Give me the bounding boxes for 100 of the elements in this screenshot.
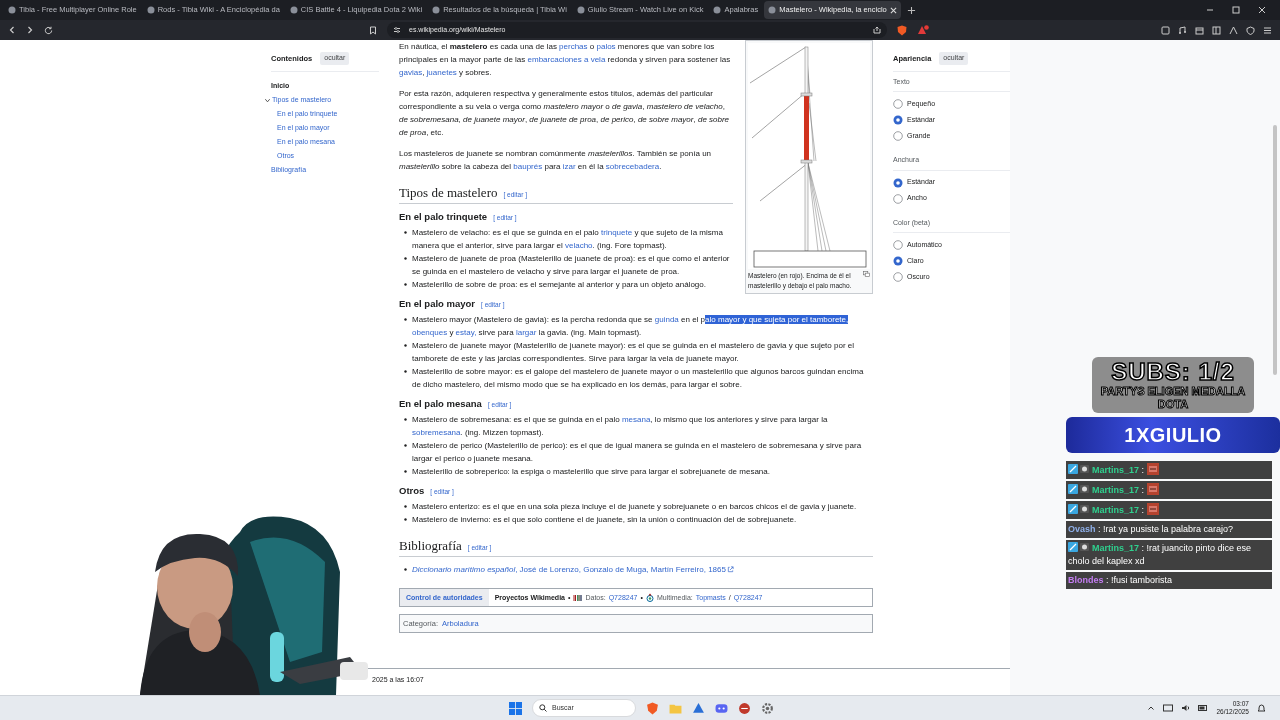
window-icon[interactable]	[1161, 25, 1170, 35]
stripes-icon	[573, 594, 583, 601]
link[interactable]: trinquete	[601, 228, 633, 237]
list-item-text: Mastelerillo de sobre de proa: es el semejante al anterior y para un objeto análogo.	[412, 279, 707, 291]
notification-icon[interactable]	[1257, 703, 1266, 713]
list-item-text: Mastelerillo de sobreperico: la espiga o mastelerillo que sirve para largar el sobrejuanete de mesana.	[412, 466, 771, 478]
menu-icon[interactable]	[1263, 25, 1272, 35]
radio-button[interactable]	[893, 177, 903, 188]
reload-icon[interactable]	[44, 25, 53, 35]
bullet-icon	[404, 418, 407, 421]
bullet-icon	[404, 344, 407, 347]
chevron-icon[interactable]	[264, 97, 271, 104]
shield-icon[interactable]	[897, 24, 907, 36]
scrollbar-thumb[interactable]	[1273, 125, 1277, 375]
subsection-heading: Otros	[399, 484, 425, 497]
radio-button[interactable]	[893, 256, 903, 266]
chat-message: Blondes : !fusi tamborista	[1066, 572, 1272, 589]
favicon-icon	[432, 6, 441, 14]
settings-icon[interactable]	[761, 701, 774, 715]
maximize-icon[interactable]	[1232, 6, 1240, 14]
media-icon	[645, 593, 654, 602]
triangle-icon[interactable]	[692, 701, 705, 715]
chat-message: Martins_17 :	[1066, 501, 1272, 519]
minimize-icon[interactable]	[1206, 6, 1214, 14]
bullet-icon	[404, 231, 407, 234]
close-icon[interactable]	[889, 6, 897, 14]
volume-icon[interactable]	[1181, 704, 1191, 712]
section-heading: Bibliografía	[399, 538, 462, 554]
list-item-text: Mastelero de invierno: es el que solo contiene el de juanete, sin la unión o continuación del de sobrejuanete.	[412, 514, 798, 526]
split-view-icon[interactable]	[1212, 25, 1221, 35]
link[interactable]: estay,	[455, 328, 477, 337]
link[interactable]: embarcaciones a vela	[527, 55, 606, 64]
forward-icon[interactable]	[26, 26, 34, 34]
music-icon[interactable]	[1178, 25, 1187, 35]
list-item-text: Mastelerillo de sobre mayor: es el galope del mastelero de juanete mayor o un mastelerillo que algunos barcos guindan encima de dicho mastelero, del mismo modo que se ha explicado en los demás, para largar el sobre.	[412, 366, 865, 391]
radio-button[interactable]	[893, 272, 903, 282]
share-icon[interactable]	[873, 26, 881, 34]
channel-name: 1XGIULIO	[1124, 423, 1222, 448]
battery-icon	[1198, 704, 1209, 712]
goal-subtitle: PARTYS ELIGEN MEDALLA DOTA	[1099, 385, 1247, 411]
link[interactable]: juanetes	[426, 68, 457, 77]
radio-button[interactable]	[893, 240, 903, 250]
list-item-text: Mastelero mayor (Mastelero de gavia): es la percha redonda que se guinda en el palo mayor y que sujeta por el tamborete, obenques y estay, sirve para largar la gavia. (ing. Main topmast).	[412, 314, 850, 339]
link[interactable]: velacho	[564, 241, 593, 250]
external-link-icon[interactable]	[726, 566, 734, 574]
link[interactable]: obenques	[412, 328, 448, 337]
chat-app-icon[interactable]	[715, 701, 728, 715]
paragraph: En náutica, el mastelero es cada una de las perchas o palos menores que van sobre los principales en la mayor parte de las embarcaciones a vela redonda y sirven para sostener las gavias, juanetes y sobres.	[399, 41, 732, 79]
bookmark-icon[interactable]	[369, 25, 377, 35]
chat-message: Martins_17 : !rat juancito pinto dice ese cholo del kaplex xd	[1066, 540, 1272, 570]
app-icon[interactable]	[738, 701, 751, 715]
goal-title: SUBS: 1/2	[1111, 359, 1235, 385]
list-item-text: Mastelero enterizo: es el que en una sola pieza incluye el de juanete y sobrejuanete o en barcos chicos el de gavia y juanete.	[412, 501, 858, 513]
sidebar-icon[interactable]	[1195, 25, 1204, 35]
shield-icon[interactable]	[1246, 25, 1255, 35]
bullet-icon	[404, 568, 407, 571]
radio-button[interactable]	[893, 115, 903, 125]
bullet-icon	[404, 444, 407, 447]
bullet-icon	[404, 505, 407, 508]
chat-message: Martins_17 :	[1066, 461, 1272, 479]
new-tab-icon[interactable]	[906, 5, 916, 15]
list-item-text: Mastelero de juanete de proa (Mastelerillo de juanete de proa): es el que como el anterior se guinda en el mastelero de velacho y sirve para largar el juanete de proa.	[412, 253, 731, 278]
link[interactable]: izar	[562, 162, 576, 171]
section-heading: Tipos de mastelero	[399, 185, 498, 201]
radio-button[interactable]	[893, 193, 903, 204]
paragraph: Por esta razón, adquieren respectiva y generalmente estos títulos, además del particular correspondiente a su vela o verga como mastelero mayor o de gavia, mastelero de velacho, de sobremesana, de juanete mayor, de juanete de proa, de perico, de sobre mayor, de sobre de proa, etc.	[399, 88, 731, 139]
link[interactable]: largar	[515, 328, 537, 337]
extension-icon[interactable]	[917, 24, 929, 36]
list-item-text: Mastelero de sobremesana: es el que se guinda en el palo mesana, lo mismo que los anteriores y sirve para largar la sobremesana. (ing. Mizzen topmast).	[412, 414, 829, 439]
site-settings-icon[interactable]	[393, 26, 401, 34]
link[interactable]: Diccionario marítimo español, José de Lorenzo, Gonzalo de Muga, Martín Ferreiro, 1865	[412, 565, 726, 574]
bullet-icon	[404, 318, 407, 321]
close-icon[interactable]	[1258, 6, 1266, 14]
subsection-heading: En el palo mesana	[399, 397, 482, 410]
bullet-icon	[404, 518, 407, 521]
monitor-icon[interactable]	[1163, 704, 1174, 712]
radio-button[interactable]	[893, 131, 903, 141]
link[interactable]: guinda	[654, 315, 679, 324]
link[interactable]: bauprés	[513, 162, 543, 171]
list-item-text: Mastelero de velacho: es el que se guinda en el palo trinquete y que sujeto de la misma manera que el anterior, sirve para largar el velacho. (ing. Fore topmast).	[412, 227, 724, 252]
favicon-icon	[146, 6, 155, 14]
bullet-icon	[404, 370, 407, 373]
favicon-icon	[576, 6, 585, 14]
favicon-icon	[768, 6, 777, 14]
list-item-text: Mastelero de perico (Mastelerillo de perico): es el que de igual manera se guinda en el mastelero de sobremesana y sirve para largar el perico o juanete mesana.	[412, 440, 863, 465]
link[interactable]: palos	[596, 42, 616, 51]
search-icon	[539, 704, 547, 712]
chat-message: Ovash : !rat ya pusiste la palabra carajo?	[1066, 521, 1272, 538]
subsection-heading: En el palo mayor	[399, 297, 476, 310]
bullet-icon	[404, 470, 407, 473]
link[interactable]: perchas	[559, 42, 588, 51]
enlarge-icon[interactable]	[863, 271, 870, 277]
paragraph: Los masteleros de juanete se nombran comúnmente mastelerillos. También se ponía un mastelerillo sobre la cabeza del bauprés para izar en él la sobrecebadera.	[399, 148, 713, 173]
radio-button[interactable]	[893, 99, 903, 109]
back-icon[interactable]	[8, 26, 16, 34]
start-icon[interactable]	[509, 701, 522, 715]
chevron-icon[interactable]	[1147, 704, 1156, 712]
favicon-icon	[289, 6, 298, 14]
bullet-icon	[404, 283, 407, 286]
list-item-text: Mastelero de juanete mayor (Mastelerillo de juanete mayor): es el que se guinda en el mastelero de gavia y que sujeto por el tamborete de este y las jarcias correspondientes. Sirve para largar la vela de juanete mayor.	[412, 340, 856, 365]
